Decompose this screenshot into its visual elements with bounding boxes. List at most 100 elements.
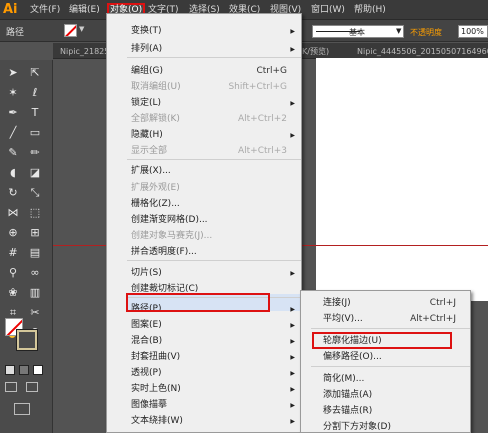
submenu-arrow-icon: ▶: [290, 402, 295, 409]
opacity-field[interactable]: 100%: [458, 25, 488, 38]
fill-swatch[interactable]: [64, 24, 77, 37]
submenu-arrow-icon: ▶: [290, 46, 295, 53]
menu-item-label: 全部解锁(K): [131, 114, 180, 124]
draw-behind-icon[interactable]: [26, 382, 38, 392]
chevron-down-icon[interactable]: ▼: [396, 27, 401, 35]
symbol-sprayer-icon[interactable]: ❀: [6, 286, 20, 300]
menu-item-18[interactable]: 图案(E) ▶: [107, 317, 301, 334]
menu-item-19[interactable]: 混合(B) ▶: [107, 333, 301, 350]
document-tab[interactable]: Nipic_21825: [60, 45, 109, 58]
menu-item-7[interactable]: 隐藏(H) ▶: [107, 127, 301, 144]
menu-item-1[interactable]: 变换(T) ▶: [107, 23, 301, 40]
gradient-tool-icon[interactable]: ▤: [28, 246, 42, 260]
submenu-arrow-icon: ▶: [290, 100, 295, 107]
menu-shortcut: Ctrl+J: [429, 298, 456, 308]
eyedropper-tool-icon[interactable]: ⚲: [6, 266, 20, 280]
menu-item-15[interactable]: 切片(S) ▶: [107, 265, 301, 282]
menu-item-13[interactable]: 创建对象马赛克(J)...: [107, 228, 301, 245]
menu-item-label: 平均(V)...: [323, 314, 363, 324]
path-menu-item-5[interactable]: 简化(M)...: [301, 371, 470, 388]
menu-item-2[interactable]: 排列(A) ▶: [107, 41, 301, 58]
menu-item-3[interactable]: 编组(G) Ctrl+G: [107, 63, 301, 80]
menu-item-label: 实时上色(N): [131, 384, 181, 394]
menu-shortcut: Alt+Ctrl+3: [237, 146, 287, 156]
menu-item-20[interactable]: 封套扭曲(V) ▶: [107, 349, 301, 366]
type-tool-icon[interactable]: T: [28, 106, 42, 120]
menu-shortcut: Ctrl+G: [256, 66, 287, 76]
line-tool-icon[interactable]: ╱: [6, 126, 20, 140]
menu-item-11[interactable]: 栅格化(Z)...: [107, 196, 301, 213]
pencil-tool-icon[interactable]: ✏: [28, 146, 42, 160]
menu-item-label: 扩展(X)...: [131, 166, 171, 176]
lasso-tool-icon[interactable]: ℓ: [28, 86, 42, 100]
menu-shortcut: Alt+Ctrl+2: [237, 114, 287, 124]
path-menu-item-1[interactable]: 连接(J) Ctrl+J: [301, 295, 470, 312]
menu-item-label: 分割下方对象(D): [323, 422, 391, 432]
none-mode-icon[interactable]: [33, 365, 43, 375]
blend-tool-icon[interactable]: ∞: [28, 266, 42, 280]
paintbrush-tool-icon[interactable]: ✎: [6, 146, 20, 160]
submenu-arrow-icon: ▶: [290, 418, 295, 425]
menu-item-23[interactable]: 图像描摹 ▶: [107, 397, 301, 414]
opacity-label[interactable]: 不透明度: [410, 27, 442, 38]
menu-item-5[interactable]: 锁定(L) ▶: [107, 95, 301, 112]
menu-item-10[interactable]: 扩展外观(E): [107, 180, 301, 197]
menu-item-24[interactable]: 文本绕排(W) ▶: [107, 413, 301, 430]
path-menu-item-4[interactable]: 偏移路径(O)...: [301, 349, 470, 366]
draw-normal-icon[interactable]: [5, 382, 17, 392]
menu-separator: [311, 366, 470, 367]
menu-item-label: 栅格化(Z)...: [131, 199, 180, 209]
chevron-down-icon[interactable]: ▼: [79, 25, 84, 33]
menu-item-12[interactable]: 创建渐变网格(D)...: [107, 212, 301, 229]
menu-item-22[interactable]: 实时上色(N) ▶: [107, 381, 301, 398]
color-mode-icon[interactable]: [5, 365, 15, 375]
stroke-color-swatch[interactable]: [16, 329, 38, 351]
pen-tool-icon[interactable]: ✒: [6, 106, 20, 120]
path-menu-item-2[interactable]: 平均(V)... Alt+Ctrl+J: [301, 311, 470, 328]
mesh-tool-icon[interactable]: #: [6, 246, 20, 260]
menu-item-8[interactable]: 显示全部 Alt+Ctrl+3: [107, 143, 301, 160]
tools-panel: ➤ ⇱ ✶ ℓ ✒ T ╱ ▭ ✎ ✏ ◖ ◪ ↻ ⤡ ⋈ ⬚ ⊕ ⊞ # ▤ …: [0, 60, 53, 433]
free-transform-icon[interactable]: ⬚: [28, 206, 42, 220]
direct-selection-tool-icon[interactable]: ⇱: [28, 66, 42, 80]
menu-item-label: 排列(A): [131, 44, 163, 54]
path-menu-item-7[interactable]: 移去锚点(R): [301, 403, 470, 420]
rectangle-tool-icon[interactable]: ▭: [28, 126, 42, 140]
menu-item-label: 图案(E): [131, 320, 162, 330]
menu-item-9[interactable]: 扩展(X)...: [107, 163, 301, 180]
menu-item-label: 变换(T): [131, 26, 162, 36]
menu-help[interactable]: 帮助(H): [354, 3, 386, 17]
menu-item-4[interactable]: 取消编组(U) Shift+Ctrl+G: [107, 79, 301, 96]
screen-mode-icon[interactable]: [14, 403, 30, 415]
slice-tool-icon[interactable]: ✂: [28, 306, 42, 320]
menu-file[interactable]: 文件(F): [30, 3, 60, 17]
path-menu-item-8[interactable]: 分割下方对象(D): [301, 419, 470, 433]
width-tool-icon[interactable]: ⋈: [6, 206, 20, 220]
selection-tool-icon[interactable]: ➤: [6, 66, 20, 80]
document-tab[interactable]: K/预览): [302, 45, 329, 58]
menu-shortcut: Shift+Ctrl+G: [228, 82, 287, 92]
menu-edit[interactable]: 编辑(E): [69, 3, 100, 17]
document-tab[interactable]: Nipic_4445506_20150507164960: [357, 45, 488, 58]
highlight-box: [126, 293, 270, 312]
menu-window[interactable]: 窗口(W): [311, 3, 345, 17]
artboard[interactable]: [316, 58, 488, 301]
magic-wand-icon[interactable]: ✶: [6, 86, 20, 100]
menu-item-label: 切片(S): [131, 268, 162, 278]
blob-brush-icon[interactable]: ◖: [6, 166, 20, 180]
gradient-mode-icon[interactable]: [19, 365, 29, 375]
menu-item-label: 显示全部: [131, 146, 168, 156]
menu-item-21[interactable]: 透视(P) ▶: [107, 365, 301, 382]
menu-item-14[interactable]: 拼合透明度(F)...: [107, 244, 301, 261]
rotate-tool-icon[interactable]: ↻: [6, 186, 20, 200]
menu-item-6[interactable]: 全部解锁(K) Alt+Ctrl+2: [107, 111, 301, 128]
eraser-tool-icon[interactable]: ◪: [28, 166, 42, 180]
perspective-grid-icon[interactable]: ⊞: [28, 226, 42, 240]
column-graph-icon[interactable]: ▥: [28, 286, 42, 300]
path-menu-item-6[interactable]: 添加锚点(A): [301, 387, 470, 404]
app-logo: Ai: [3, 2, 18, 17]
menu-item-label: 隐藏(H): [131, 130, 163, 140]
scale-tool-icon[interactable]: ⤡: [28, 186, 42, 200]
shape-builder-icon[interactable]: ⊕: [6, 226, 20, 240]
submenu-arrow-icon: ▶: [290, 270, 295, 277]
